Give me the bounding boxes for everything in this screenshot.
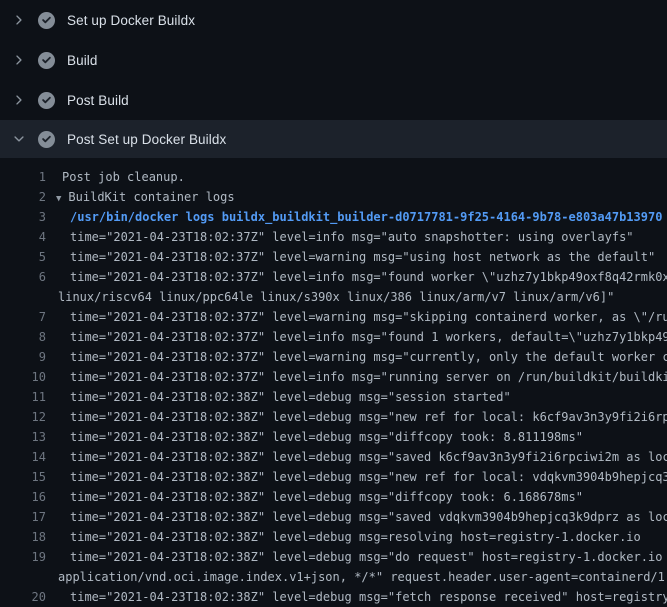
- log-line-number[interactable]: 2: [0, 187, 46, 207]
- log-line: application/vnd.oci.image.index.v1+json,…: [0, 567, 667, 587]
- workflow-log-viewer: Set up Docker Buildx Build Post Build Post …: [0, 0, 667, 607]
- log-line-number[interactable]: 17: [0, 507, 46, 527]
- step-row[interactable]: Set up Docker Buildx: [0, 0, 667, 40]
- log-line-text: time="2021-04-23T18:02:38Z" level=debug …: [46, 407, 667, 427]
- step-label: Build: [67, 53, 98, 68]
- steps-list: Set up Docker Buildx Build Post Build Post …: [0, 0, 667, 158]
- log-line: 3/usr/bin/docker logs buildx_buildkit_bu…: [0, 207, 667, 227]
- log-line-text: time="2021-04-23T18:02:37Z" level=info m…: [46, 367, 667, 387]
- log-line-number[interactable]: 20: [0, 587, 46, 607]
- chevron-right-icon[interactable]: [11, 92, 27, 108]
- log-line: 16time="2021-04-23T18:02:38Z" level=debu…: [0, 487, 667, 507]
- log-line-number[interactable]: [0, 287, 46, 307]
- log-line: 17time="2021-04-23T18:02:38Z" level=debu…: [0, 507, 667, 527]
- log-line-text: application/vnd.oci.image.index.v1+json,…: [46, 567, 667, 587]
- log-line-number[interactable]: 15: [0, 467, 46, 487]
- log-line: linux/riscv64 linux/ppc64le linux/s390x …: [0, 287, 667, 307]
- log-line: 14time="2021-04-23T18:02:38Z" level=debu…: [0, 447, 667, 467]
- log-line-text: time="2021-04-23T18:02:38Z" level=debug …: [46, 527, 641, 547]
- log-line-text: time="2021-04-23T18:02:38Z" level=debug …: [46, 447, 667, 467]
- log-line: 4time="2021-04-23T18:02:37Z" level=info …: [0, 227, 667, 247]
- log-line-number[interactable]: 11: [0, 387, 46, 407]
- log-line-text: Post job cleanup.: [46, 167, 185, 187]
- check-circle-icon: [38, 52, 55, 69]
- chevron-right-icon[interactable]: [11, 52, 27, 68]
- log-line-text: linux/riscv64 linux/ppc64le linux/s390x …: [46, 287, 614, 307]
- chevron-right-icon[interactable]: [11, 12, 27, 28]
- log-line-text: time="2021-04-23T18:02:37Z" level=warnin…: [46, 247, 655, 267]
- log-line: 18time="2021-04-23T18:02:38Z" level=debu…: [0, 527, 667, 547]
- log-line-number[interactable]: 7: [0, 307, 46, 327]
- step-row[interactable]: Build: [0, 40, 667, 80]
- log-line: 5time="2021-04-23T18:02:37Z" level=warni…: [0, 247, 667, 267]
- log-line-number[interactable]: [0, 567, 46, 587]
- log-line: 13time="2021-04-23T18:02:38Z" level=debu…: [0, 427, 667, 447]
- group-toggle-icon[interactable]: ▼: [56, 194, 61, 204]
- check-circle-icon: [38, 12, 55, 29]
- log-line-text: time="2021-04-23T18:02:38Z" level=debug …: [46, 587, 667, 607]
- log-line-number[interactable]: 8: [0, 327, 46, 347]
- check-circle-icon: [38, 92, 55, 109]
- log-command-text: /usr/bin/docker logs buildx_buildkit_bui…: [46, 207, 662, 227]
- log-line-text: time="2021-04-23T18:02:37Z" level=info m…: [46, 227, 634, 247]
- log-line-number[interactable]: 14: [0, 447, 46, 467]
- log-line-number[interactable]: 13: [0, 427, 46, 447]
- log-line-text: ▼ BuildKit container logs: [46, 187, 235, 207]
- log-line-text: time="2021-04-23T18:02:38Z" level=debug …: [46, 507, 667, 527]
- log-line: 8time="2021-04-23T18:02:37Z" level=info …: [0, 327, 667, 347]
- step-label: Post Set up Docker Buildx: [67, 132, 226, 147]
- group-title: BuildKit container logs: [68, 190, 234, 204]
- log-line-text: time="2021-04-23T18:02:38Z" level=debug …: [46, 427, 583, 447]
- log-line-number[interactable]: 6: [0, 267, 46, 287]
- log-line-number[interactable]: 10: [0, 367, 46, 387]
- log-line-text: time="2021-04-23T18:02:38Z" level=debug …: [46, 387, 511, 407]
- log-line-number[interactable]: 9: [0, 347, 46, 367]
- log-line-text: time="2021-04-23T18:02:38Z" level=debug …: [46, 547, 667, 567]
- log-line-number[interactable]: 4: [0, 227, 46, 247]
- log-line: 9time="2021-04-23T18:02:37Z" level=warni…: [0, 347, 667, 367]
- log-line-number[interactable]: 19: [0, 547, 46, 567]
- log-line-text: time="2021-04-23T18:02:37Z" level=warnin…: [46, 347, 667, 367]
- log-line: 20time="2021-04-23T18:02:38Z" level=debu…: [0, 587, 667, 607]
- log-line-number[interactable]: 1: [0, 167, 46, 187]
- step-label: Post Build: [67, 93, 129, 108]
- log-line: 10time="2021-04-23T18:02:37Z" level=info…: [0, 367, 667, 387]
- log-area: 1Post job cleanup.2 ▼ BuildKit container l…: [0, 158, 667, 607]
- log-line-number[interactable]: 18: [0, 527, 46, 547]
- check-circle-icon: [38, 131, 55, 148]
- log-line-text: time="2021-04-23T18:02:38Z" level=debug …: [46, 467, 667, 487]
- log-line-number[interactable]: 12: [0, 407, 46, 427]
- log-line-text: time="2021-04-23T18:02:37Z" level=info m…: [46, 267, 667, 287]
- log-line-number[interactable]: 5: [0, 247, 46, 267]
- step-label: Set up Docker Buildx: [67, 13, 195, 28]
- step-row[interactable]: Post Set up Docker Buildx: [0, 120, 667, 158]
- log-line: 6time="2021-04-23T18:02:37Z" level=info …: [0, 267, 667, 287]
- log-line: 2 ▼ BuildKit container logs: [0, 187, 667, 207]
- log-line: 11time="2021-04-23T18:02:38Z" level=debu…: [0, 387, 667, 407]
- log-line: 19time="2021-04-23T18:02:38Z" level=debu…: [0, 547, 667, 567]
- log-line: 15time="2021-04-23T18:02:38Z" level=debu…: [0, 467, 667, 487]
- chevron-down-icon[interactable]: [11, 131, 27, 147]
- log-line-text: time="2021-04-23T18:02:38Z" level=debug …: [46, 487, 583, 507]
- step-row[interactable]: Post Build: [0, 80, 667, 120]
- log-line-text: time="2021-04-23T18:02:37Z" level=info m…: [46, 327, 667, 347]
- log-line-number[interactable]: 16: [0, 487, 46, 507]
- log-line-text: time="2021-04-23T18:02:37Z" level=warnin…: [46, 307, 667, 327]
- log-line-number[interactable]: 3: [0, 207, 46, 227]
- log-line: 1Post job cleanup.: [0, 167, 667, 187]
- log-line: 12time="2021-04-23T18:02:38Z" level=debu…: [0, 407, 667, 427]
- log-line: 7time="2021-04-23T18:02:37Z" level=warni…: [0, 307, 667, 327]
